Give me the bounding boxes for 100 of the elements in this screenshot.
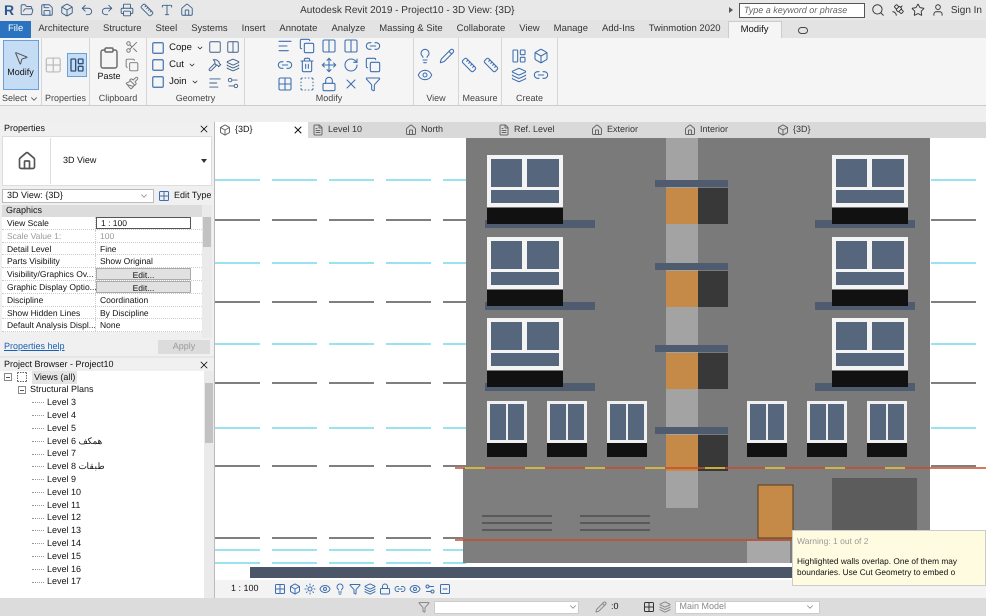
filter-icon[interactable] bbox=[348, 583, 361, 595]
tree-item[interactable]: Level 9 bbox=[47, 473, 76, 487]
ribbon-tab[interactable]: Add-Ins bbox=[595, 21, 642, 38]
scrollbar[interactable] bbox=[202, 205, 212, 338]
collapse-toggle[interactable] bbox=[18, 386, 26, 394]
save-icon[interactable] bbox=[40, 3, 54, 17]
pencil-icon[interactable] bbox=[595, 601, 607, 613]
tree-item[interactable]: Level 4 bbox=[47, 409, 76, 423]
ribbon-tab[interactable]: Twinmotion 2020 bbox=[642, 21, 728, 38]
ribbon-tab[interactable]: Collaborate bbox=[450, 21, 512, 38]
panel-toggle-icon[interactable] bbox=[798, 27, 808, 34]
ruler-icon[interactable] bbox=[140, 3, 154, 17]
tree-item[interactable]: Level 7 bbox=[47, 447, 76, 461]
bulb-icon[interactable] bbox=[334, 583, 346, 595]
open-icon[interactable] bbox=[20, 3, 34, 17]
view-scale[interactable]: 1 : 100 bbox=[231, 582, 259, 596]
collapse-toggle[interactable] bbox=[4, 373, 12, 382]
tree-item[interactable]: Level 14 bbox=[47, 537, 82, 551]
ruler-icon[interactable] bbox=[483, 57, 499, 73]
close-icon[interactable] bbox=[198, 123, 210, 135]
tree-item[interactable]: Level 10 bbox=[47, 486, 82, 500]
app-logo[interactable]: R bbox=[4, 3, 14, 17]
caret-icon[interactable] bbox=[728, 7, 733, 13]
edit-button[interactable]: Edit... bbox=[96, 280, 191, 293]
columns-icon[interactable] bbox=[226, 40, 240, 54]
filter-icon[interactable] bbox=[418, 601, 430, 613]
sliders-icon[interactable] bbox=[424, 583, 436, 595]
hammer-icon[interactable] bbox=[208, 58, 222, 72]
document-tab[interactable]: Level 10 bbox=[308, 122, 401, 138]
link-icon[interactable] bbox=[394, 583, 406, 595]
type-selector[interactable]: 3D View bbox=[2, 136, 212, 186]
sign-in-link[interactable]: Sign In bbox=[950, 2, 982, 18]
pencil-icon[interactable] bbox=[439, 48, 455, 64]
minus-square-icon[interactable] bbox=[438, 583, 451, 595]
ribbon-tab[interactable]: Massing & Site bbox=[372, 21, 450, 38]
grid-icon[interactable] bbox=[274, 583, 286, 595]
instance-dropdown[interactable]: 3D View: {3D} bbox=[2, 189, 154, 203]
align-icon[interactable] bbox=[208, 76, 222, 90]
ribbon-tab[interactable]: Steel bbox=[148, 21, 184, 38]
tree-item[interactable]: Level 16 bbox=[47, 562, 82, 576]
ribbon-tab[interactable]: Structure bbox=[96, 21, 149, 38]
modify-button[interactable]: Modify bbox=[2, 40, 38, 90]
tree-item[interactable]: Views (all) bbox=[32, 371, 78, 384]
house-icon[interactable] bbox=[180, 3, 194, 17]
document-tab[interactable]: Ref. Level bbox=[494, 122, 587, 138]
property-value-field[interactable]: 1 : 100 bbox=[96, 217, 191, 229]
move-icon[interactable] bbox=[321, 57, 337, 73]
document-tab[interactable]: North bbox=[401, 122, 494, 138]
copy-icon[interactable] bbox=[125, 58, 139, 72]
square-icon[interactable] bbox=[208, 40, 222, 54]
undo-icon[interactable] bbox=[80, 3, 94, 17]
lock-icon[interactable] bbox=[378, 583, 391, 595]
eye-icon[interactable] bbox=[318, 583, 331, 595]
copy-icon[interactable] bbox=[365, 57, 381, 73]
text-icon[interactable] bbox=[160, 3, 174, 17]
sliders-icon[interactable] bbox=[226, 76, 240, 90]
ribbon-tab[interactable]: Insert bbox=[234, 21, 272, 38]
tree-item[interactable]: Level 5 bbox=[47, 422, 76, 436]
layers-icon[interactable] bbox=[226, 58, 240, 72]
print-icon[interactable] bbox=[120, 3, 134, 17]
document-tab[interactable]: Exterior bbox=[587, 122, 680, 138]
grid-icon[interactable] bbox=[642, 601, 655, 613]
properties-button[interactable] bbox=[66, 53, 87, 77]
ruler-icon[interactable] bbox=[461, 57, 477, 73]
tree-item[interactable]: Level 13 bbox=[47, 524, 82, 538]
geometry-tool-button[interactable]: Cope bbox=[151, 40, 204, 55]
scrollbar[interactable] bbox=[204, 371, 214, 598]
tree-item[interactable]: Level 3 bbox=[47, 396, 76, 410]
satellite-icon[interactable] bbox=[890, 3, 905, 17]
delete-icon[interactable] bbox=[299, 57, 315, 73]
document-tab[interactable]: {3D} bbox=[215, 122, 308, 138]
ribbon-tab[interactable]: Annotate bbox=[272, 21, 324, 38]
star-icon[interactable] bbox=[910, 3, 925, 17]
close-icon[interactable] bbox=[292, 124, 304, 136]
tree-item[interactable]: Structural Plans bbox=[30, 383, 94, 397]
tree-item[interactable]: Level 11 bbox=[47, 498, 80, 512]
document-tab[interactable]: {3D} bbox=[773, 122, 866, 138]
layers-icon[interactable] bbox=[364, 583, 376, 595]
edit-type-button[interactable]: Edit Type bbox=[158, 189, 212, 203]
ribbon-tab[interactable]: Manage bbox=[546, 21, 595, 38]
scissors-icon[interactable] bbox=[125, 40, 139, 54]
tree-item[interactable]: Level 17 bbox=[47, 575, 82, 589]
ribbon-tab[interactable]: Analyze bbox=[324, 21, 372, 38]
cube-icon[interactable] bbox=[288, 583, 301, 595]
lock-icon[interactable] bbox=[321, 76, 337, 92]
ribbon-tab[interactable]: Modify bbox=[728, 21, 782, 38]
document-tab[interactable]: Interior bbox=[680, 122, 773, 138]
redo-icon[interactable] bbox=[100, 3, 114, 17]
edit-button[interactable]: Edit... bbox=[96, 268, 191, 280]
sun-icon[interactable] bbox=[304, 583, 316, 595]
user-icon[interactable] bbox=[930, 3, 945, 17]
ribbon-tab[interactable]: View bbox=[512, 21, 547, 38]
array-icon[interactable] bbox=[277, 76, 293, 92]
tree-item[interactable]: Level 8 طبقات bbox=[47, 460, 105, 474]
cube-icon[interactable] bbox=[60, 3, 74, 17]
search-field[interactable]: Type a keyword or phrase bbox=[738, 2, 865, 18]
eye-icon[interactable] bbox=[408, 583, 421, 595]
align-icon[interactable] bbox=[277, 38, 293, 54]
tree-item[interactable]: Level 6 همكف bbox=[47, 434, 103, 448]
paste-button[interactable]: Paste bbox=[97, 46, 121, 84]
